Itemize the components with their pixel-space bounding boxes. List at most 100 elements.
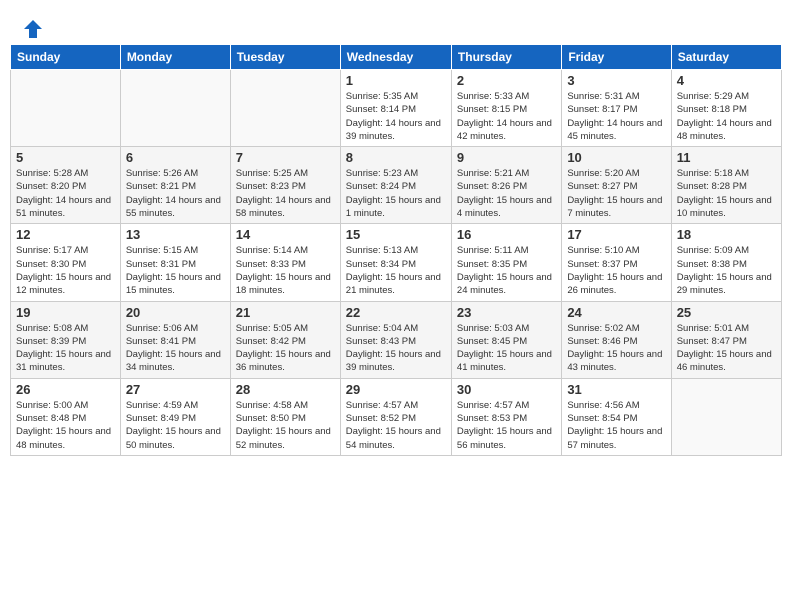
day-number: 31 — [567, 382, 665, 397]
calendar-week-row: 5Sunrise: 5:28 AM Sunset: 8:20 PM Daylig… — [11, 147, 782, 224]
day-info: Sunrise: 5:10 AM Sunset: 8:37 PM Dayligh… — [567, 244, 665, 297]
day-number: 11 — [677, 150, 776, 165]
day-number: 25 — [677, 305, 776, 320]
calendar-cell: 13Sunrise: 5:15 AM Sunset: 8:31 PM Dayli… — [120, 224, 230, 301]
day-info: Sunrise: 5:17 AM Sunset: 8:30 PM Dayligh… — [16, 244, 115, 297]
day-info: Sunrise: 5:04 AM Sunset: 8:43 PM Dayligh… — [346, 322, 446, 375]
day-number: 10 — [567, 150, 665, 165]
calendar-cell — [120, 70, 230, 147]
day-number: 17 — [567, 227, 665, 242]
day-info: Sunrise: 5:11 AM Sunset: 8:35 PM Dayligh… — [457, 244, 556, 297]
day-info: Sunrise: 5:03 AM Sunset: 8:45 PM Dayligh… — [457, 322, 556, 375]
calendar-cell: 14Sunrise: 5:14 AM Sunset: 8:33 PM Dayli… — [230, 224, 340, 301]
day-number: 26 — [16, 382, 115, 397]
day-number: 4 — [677, 73, 776, 88]
calendar-cell: 9 Sunrise: 5:21 AM Sunset: 8:26 PM Daylig… — [451, 147, 561, 224]
calendar-cell: 11 Sunrise: 5:18 AM Sunset: 8:28 PM Dayli… — [671, 147, 781, 224]
day-of-week-header: Saturday — [671, 45, 781, 70]
calendar-header-row: SundayMondayTuesdayWednesdayThursdayFrid… — [11, 45, 782, 70]
calendar-cell: 17 Sunrise: 5:10 AM Sunset: 8:37 PM Dayli… — [562, 224, 671, 301]
calendar-cell: 25 Sunrise: 5:01 AM Sunset: 8:47 PM Dayli… — [671, 301, 781, 378]
day-info: Sunrise: 5:02 AM Sunset: 8:46 PM Dayligh… — [567, 322, 665, 375]
day-number: 12 — [16, 227, 115, 242]
day-info: Sunrise: 5:09 AM Sunset: 8:38 PM Dayligh… — [677, 244, 776, 297]
calendar-week-row: 12 Sunrise: 5:17 AM Sunset: 8:30 PM Dayli… — [11, 224, 782, 301]
calendar-cell: 3 Sunrise: 5:31 AM Sunset: 8:17 PM Daylig… — [562, 70, 671, 147]
calendar-cell: 24 Sunrise: 5:02 AM Sunset: 8:46 PM Dayli… — [562, 301, 671, 378]
day-number: 3 — [567, 73, 665, 88]
calendar-cell: 16Sunrise: 5:11 AM Sunset: 8:35 PM Dayli… — [451, 224, 561, 301]
calendar-cell: 18 Sunrise: 5:09 AM Sunset: 8:38 PM Dayli… — [671, 224, 781, 301]
calendar-week-row: 26 Sunrise: 5:00 AM Sunset: 8:48 PM Dayli… — [11, 378, 782, 455]
day-info: Sunrise: 4:56 AM Sunset: 8:54 PM Dayligh… — [567, 399, 665, 452]
day-info: Sunrise: 5:26 AM Sunset: 8:21 PM Dayligh… — [126, 167, 225, 220]
day-number: 9 — [457, 150, 556, 165]
day-number: 19 — [16, 305, 115, 320]
day-info: Sunrise: 5:35 AM Sunset: 8:14 PM Dayligh… — [346, 90, 446, 143]
calendar-week-row: 19Sunrise: 5:08 AM Sunset: 8:39 PM Dayli… — [11, 301, 782, 378]
calendar-cell — [230, 70, 340, 147]
day-number: 15 — [346, 227, 446, 242]
day-of-week-header: Wednesday — [340, 45, 451, 70]
day-info: Sunrise: 4:57 AM Sunset: 8:53 PM Dayligh… — [457, 399, 556, 452]
day-info: Sunrise: 5:18 AM Sunset: 8:28 PM Dayligh… — [677, 167, 776, 220]
day-info: Sunrise: 5:25 AM Sunset: 8:23 PM Dayligh… — [236, 167, 335, 220]
logo — [20, 18, 44, 36]
day-of-week-header: Monday — [120, 45, 230, 70]
day-info: Sunrise: 5:29 AM Sunset: 8:18 PM Dayligh… — [677, 90, 776, 143]
day-info: Sunrise: 5:00 AM Sunset: 8:48 PM Dayligh… — [16, 399, 115, 452]
day-info: Sunrise: 5:06 AM Sunset: 8:41 PM Dayligh… — [126, 322, 225, 375]
day-info: Sunrise: 5:33 AM Sunset: 8:15 PM Dayligh… — [457, 90, 556, 143]
day-number: 18 — [677, 227, 776, 242]
calendar-cell: 7Sunrise: 5:25 AM Sunset: 8:23 PM Daylig… — [230, 147, 340, 224]
calendar-cell: 29 Sunrise: 4:57 AM Sunset: 8:52 PM Dayli… — [340, 378, 451, 455]
day-of-week-header: Tuesday — [230, 45, 340, 70]
day-number: 13 — [126, 227, 225, 242]
day-of-week-header: Sunday — [11, 45, 121, 70]
day-info: Sunrise: 5:01 AM Sunset: 8:47 PM Dayligh… — [677, 322, 776, 375]
day-number: 24 — [567, 305, 665, 320]
calendar-cell: 20 Sunrise: 5:06 AM Sunset: 8:41 PM Dayli… — [120, 301, 230, 378]
day-info: Sunrise: 5:21 AM Sunset: 8:26 PM Dayligh… — [457, 167, 556, 220]
calendar-cell: 1 Sunrise: 5:35 AM Sunset: 8:14 PM Daylig… — [340, 70, 451, 147]
day-number: 2 — [457, 73, 556, 88]
day-info: Sunrise: 4:59 AM Sunset: 8:49 PM Dayligh… — [126, 399, 225, 452]
calendar-cell: 6 Sunrise: 5:26 AM Sunset: 8:21 PM Daylig… — [120, 147, 230, 224]
calendar-cell: 30 Sunrise: 4:57 AM Sunset: 8:53 PM Dayli… — [451, 378, 561, 455]
calendar-cell: 19Sunrise: 5:08 AM Sunset: 8:39 PM Dayli… — [11, 301, 121, 378]
day-number: 28 — [236, 382, 335, 397]
day-number: 22 — [346, 305, 446, 320]
day-number: 29 — [346, 382, 446, 397]
day-number: 30 — [457, 382, 556, 397]
day-number: 27 — [126, 382, 225, 397]
calendar-cell: 26 Sunrise: 5:00 AM Sunset: 8:48 PM Dayli… — [11, 378, 121, 455]
day-number: 6 — [126, 150, 225, 165]
calendar-cell: 28 Sunrise: 4:58 AM Sunset: 8:50 PM Dayli… — [230, 378, 340, 455]
calendar-cell: 27 Sunrise: 4:59 AM Sunset: 8:49 PM Dayli… — [120, 378, 230, 455]
page-header — [10, 10, 782, 40]
day-info: Sunrise: 5:14 AM Sunset: 8:33 PM Dayligh… — [236, 244, 335, 297]
day-number: 8 — [346, 150, 446, 165]
day-of-week-header: Thursday — [451, 45, 561, 70]
day-info: Sunrise: 4:57 AM Sunset: 8:52 PM Dayligh… — [346, 399, 446, 452]
calendar-cell: 22 Sunrise: 5:04 AM Sunset: 8:43 PM Dayli… — [340, 301, 451, 378]
day-number: 1 — [346, 73, 446, 88]
day-number: 20 — [126, 305, 225, 320]
calendar-cell: 21 Sunrise: 5:05 AM Sunset: 8:42 PM Dayli… — [230, 301, 340, 378]
calendar-cell: 4 Sunrise: 5:29 AM Sunset: 8:18 PM Daylig… — [671, 70, 781, 147]
logo-icon — [22, 18, 44, 40]
day-info: Sunrise: 5:05 AM Sunset: 8:42 PM Dayligh… — [236, 322, 335, 375]
calendar-cell: 12 Sunrise: 5:17 AM Sunset: 8:30 PM Dayli… — [11, 224, 121, 301]
calendar-cell: 8 Sunrise: 5:23 AM Sunset: 8:24 PM Daylig… — [340, 147, 451, 224]
calendar-cell: 15Sunrise: 5:13 AM Sunset: 8:34 PM Dayli… — [340, 224, 451, 301]
calendar-cell: 2 Sunrise: 5:33 AM Sunset: 8:15 PM Daylig… — [451, 70, 561, 147]
day-info: Sunrise: 5:28 AM Sunset: 8:20 PM Dayligh… — [16, 167, 115, 220]
calendar-week-row: 1 Sunrise: 5:35 AM Sunset: 8:14 PM Daylig… — [11, 70, 782, 147]
day-info: Sunrise: 5:23 AM Sunset: 8:24 PM Dayligh… — [346, 167, 446, 220]
calendar-table: SundayMondayTuesdayWednesdayThursdayFrid… — [10, 44, 782, 456]
day-info: Sunrise: 4:58 AM Sunset: 8:50 PM Dayligh… — [236, 399, 335, 452]
day-info: Sunrise: 5:31 AM Sunset: 8:17 PM Dayligh… — [567, 90, 665, 143]
day-number: 21 — [236, 305, 335, 320]
day-of-week-header: Friday — [562, 45, 671, 70]
calendar-cell: 5Sunrise: 5:28 AM Sunset: 8:20 PM Daylig… — [11, 147, 121, 224]
